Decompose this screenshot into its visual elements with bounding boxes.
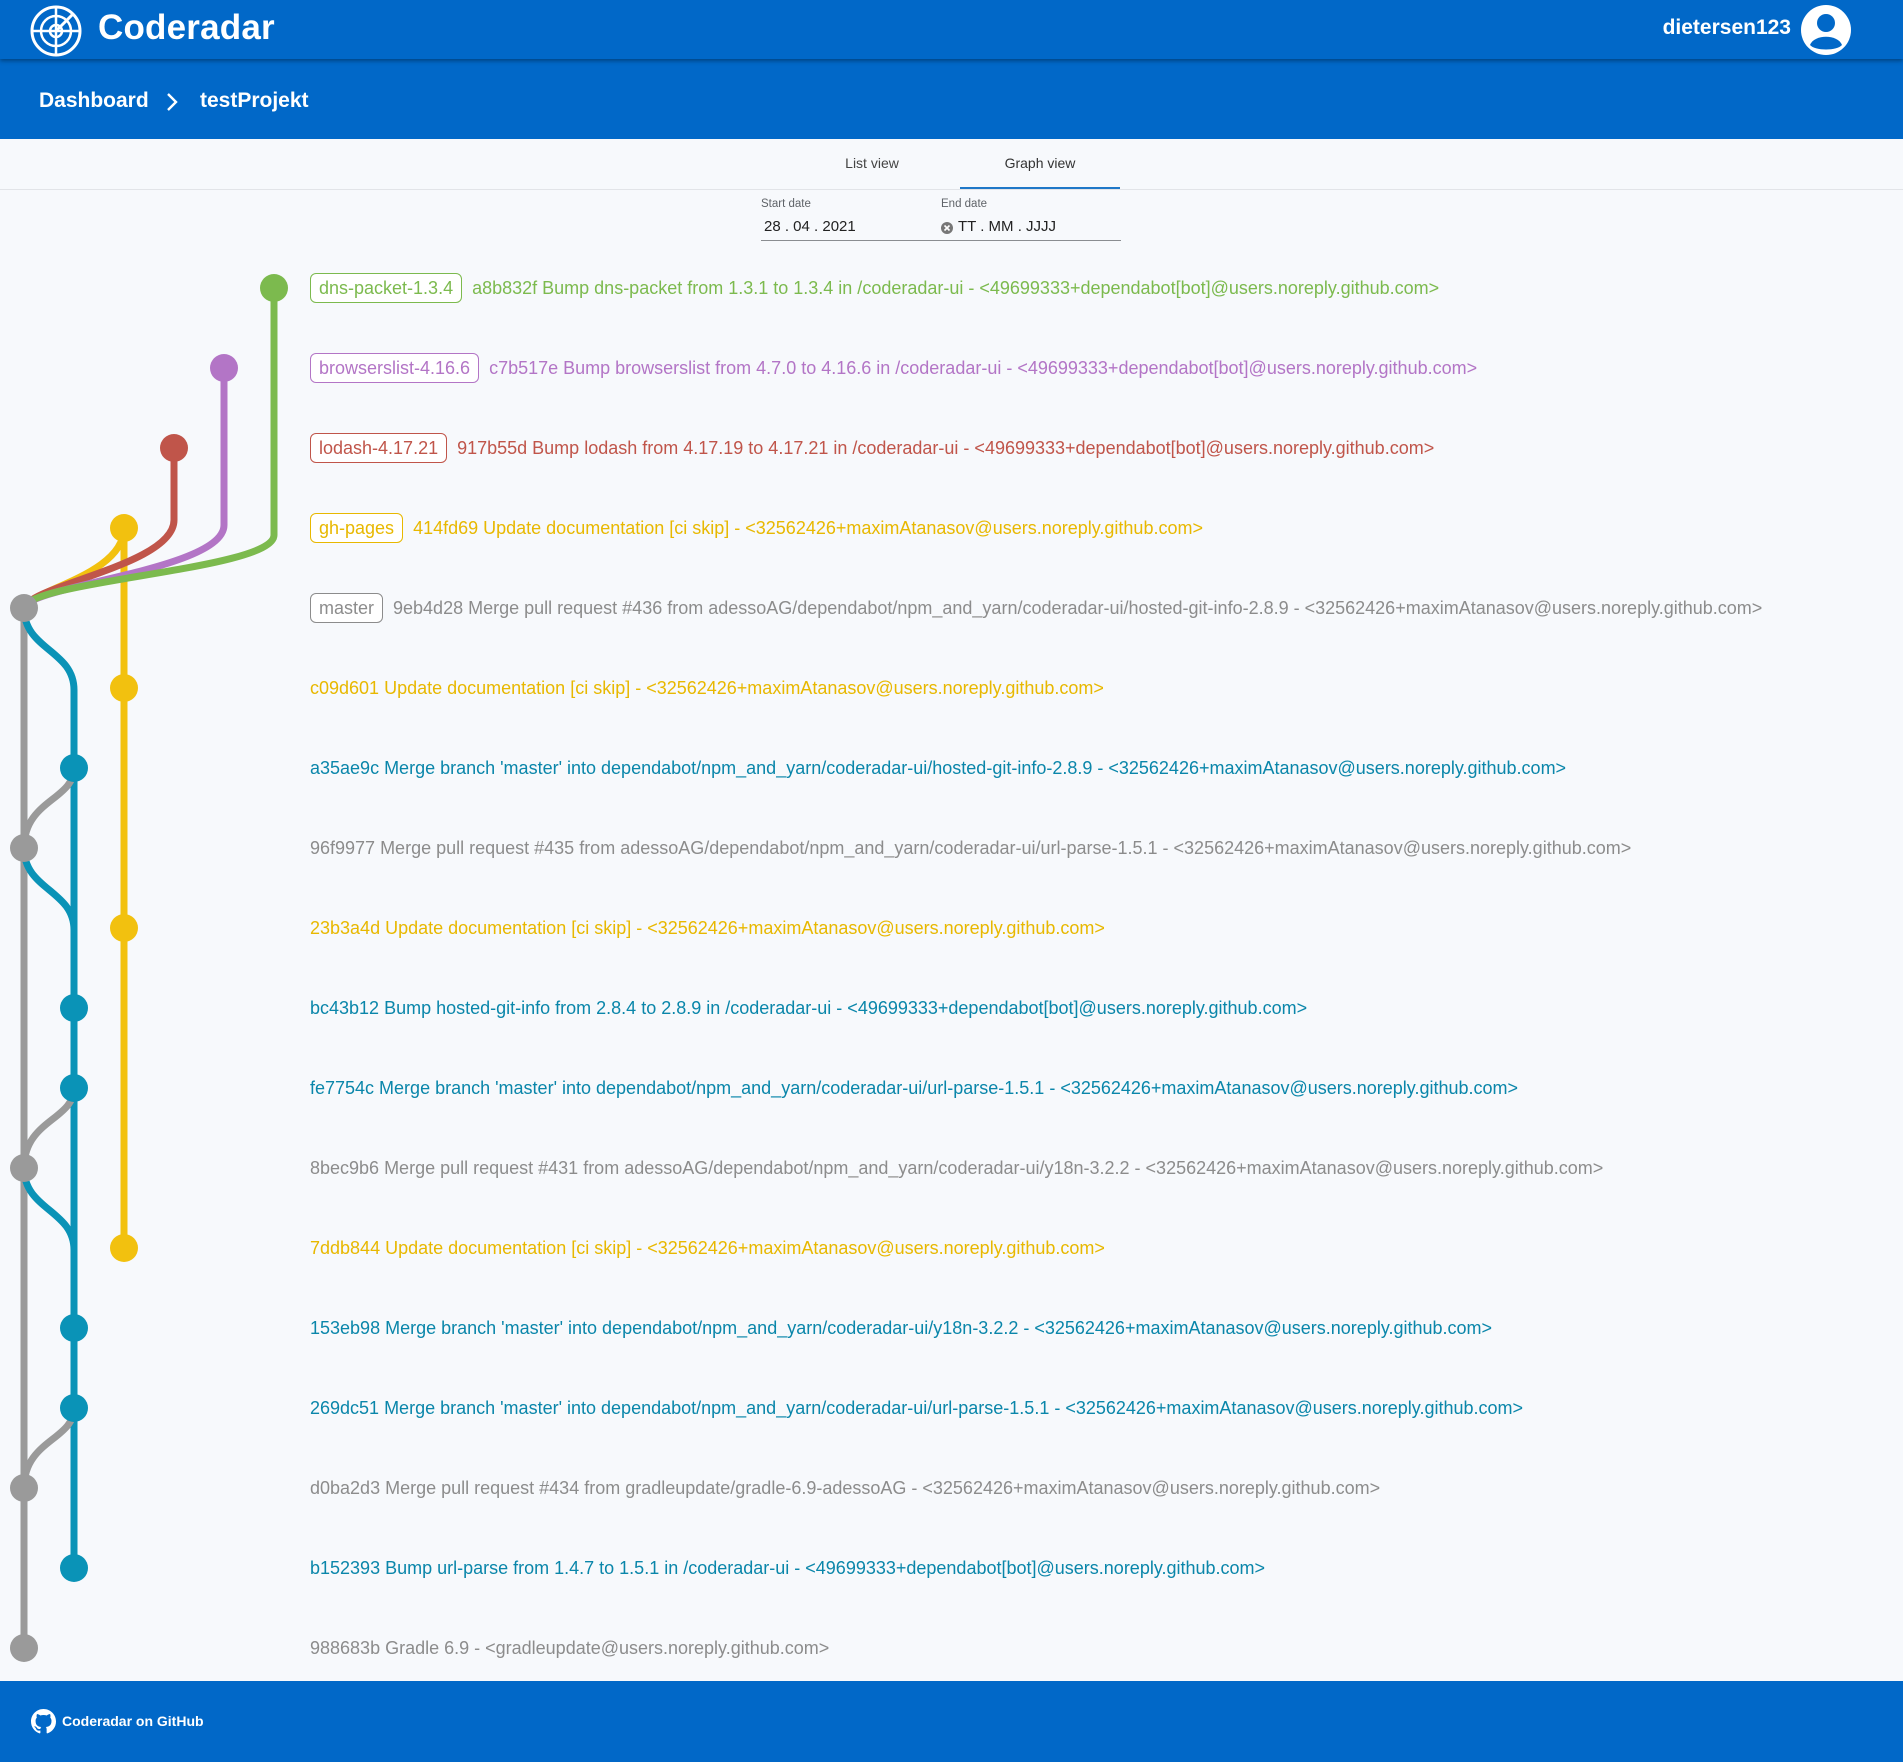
commit-message: c7b517e Bump browserslist from 4.7.0 to … xyxy=(489,357,1478,378)
commit-message: 96f9977 Merge pull request #435 from ade… xyxy=(310,837,1632,858)
end-date-value: TT . MM . JJJJ xyxy=(958,218,1057,235)
commit-message: c09d601 Update documentation [ci skip] -… xyxy=(310,677,1104,698)
commit-dot-yellow-1 xyxy=(110,514,138,542)
commit-message: 9eb4d28 Merge pull request #436 from ade… xyxy=(393,597,1763,618)
end-date-input[interactable]: TT . MM . JJJJ xyxy=(941,214,1121,241)
commit-message: 269dc51 Merge branch 'master' into depen… xyxy=(310,1397,1524,1418)
clear-icon[interactable] xyxy=(941,222,953,234)
commit-message: 23b3a4d Update documentation [ci skip] -… xyxy=(310,917,1105,938)
app-title[interactable]: Coderadar xyxy=(98,7,275,49)
commit-row[interactable]: 8bec9b6 Merge pull request #431 from ade… xyxy=(310,1151,1603,1185)
start-date-field[interactable]: Start date 28 . 04 . 2021 xyxy=(761,197,941,243)
radar-logo-icon[interactable] xyxy=(30,5,82,57)
fork-line-teal-2 xyxy=(20,1164,78,1254)
commit-row[interactable]: 269dc51 Merge branch 'master' into depen… xyxy=(310,1391,1523,1425)
commit-dot-gray-3 xyxy=(10,1154,38,1182)
commit-message: bc43b12 Bump hosted-git-info from 2.8.4 … xyxy=(310,997,1308,1018)
branch-tag[interactable]: browserslist-4.16.6 xyxy=(310,353,480,383)
commit-row[interactable]: 23b3a4d Update documentation [ci skip] -… xyxy=(310,911,1105,945)
footer: Coderadar on GitHub xyxy=(0,1681,1903,1762)
commit-dot-teal-1 xyxy=(60,754,88,782)
branch-tag[interactable]: master xyxy=(310,593,384,623)
branch-tag[interactable]: gh-pages xyxy=(310,513,404,543)
breadcrumb: Dashboard testProjekt xyxy=(0,59,1903,139)
branch-line-green xyxy=(20,284,278,612)
start-date-value: 28 . 04 . 2021 xyxy=(764,218,856,235)
commit-dot-gray-5 xyxy=(10,1634,38,1662)
merge-line-teal-2 xyxy=(20,1084,78,1172)
start-date-input[interactable]: 28 . 04 . 2021 xyxy=(761,214,941,241)
commit-dot-teal-4 xyxy=(60,1314,88,1342)
commit-dot-purple xyxy=(210,354,238,382)
commit-message: 153eb98 Merge branch 'master' into depen… xyxy=(310,1317,1493,1338)
commit-message: a8b832f Bump dns-packet from 1.3.1 to 1.… xyxy=(472,277,1440,298)
branch-tag[interactable]: lodash-4.17.21 xyxy=(310,433,448,463)
commit-graph xyxy=(10,274,288,1662)
commit-row[interactable]: b152393 Bump url-parse from 1.4.7 to 1.5… xyxy=(310,1551,1265,1585)
commit-dot-teal-2 xyxy=(60,994,88,1022)
account-circle-icon[interactable] xyxy=(1799,3,1853,57)
commit-dot-teal-6 xyxy=(60,1554,88,1582)
commit-dot-gray-1 xyxy=(10,594,38,622)
commit-dot-gray-4 xyxy=(10,1474,38,1502)
start-date-label: Start date xyxy=(761,198,811,210)
commit-dot-teal-5 xyxy=(60,1394,88,1422)
commit-dot-green xyxy=(260,274,288,302)
commit-message: 7ddb844 Update documentation [ci skip] -… xyxy=(310,1237,1105,1258)
commit-dot-red xyxy=(160,434,188,462)
chevron-right-icon xyxy=(167,93,178,111)
end-date-label: End date xyxy=(941,198,988,210)
commit-message: 8bec9b6 Merge pull request #431 from ade… xyxy=(310,1157,1604,1178)
github-link[interactable]: Coderadar on GitHub xyxy=(62,1711,204,1731)
commit-row[interactable]: master 9eb4d28 Merge pull request #436 f… xyxy=(310,591,1762,625)
commit-row[interactable]: 96f9977 Merge pull request #435 from ade… xyxy=(310,831,1631,865)
app-header: Coderadar dietersen123 xyxy=(0,0,1903,59)
tab-list-view[interactable]: List view xyxy=(792,139,952,187)
commit-row[interactable]: d0ba2d3 Merge pull request #434 from gra… xyxy=(310,1471,1380,1505)
commit-row[interactable]: 7ddb844 Update documentation [ci skip] -… xyxy=(310,1231,1105,1265)
commit-message: a35ae9c Merge branch 'master' into depen… xyxy=(310,757,1567,778)
tab-graph-view[interactable]: Graph view xyxy=(960,139,1120,189)
commit-message: 917b55d Bump lodash from 4.17.19 to 4.17… xyxy=(457,437,1435,458)
branch-line-purple xyxy=(20,364,228,612)
merge-line-teal-1 xyxy=(20,764,78,852)
end-date-field[interactable]: End date TT . MM . JJJJ xyxy=(941,197,1121,243)
commit-row[interactable]: fe7754c Merge branch 'master' into depen… xyxy=(310,1071,1518,1105)
commit-message: b152393 Bump url-parse from 1.4.7 to 1.5… xyxy=(310,1557,1266,1578)
commit-dot-yellow-2 xyxy=(110,674,138,702)
commit-row[interactable]: c09d601 Update documentation [ci skip] -… xyxy=(310,671,1104,705)
commit-message: 414fd69 Update documentation [ci skip] -… xyxy=(413,517,1203,538)
commit-message: fe7754c Merge branch 'master' into depen… xyxy=(310,1077,1519,1098)
merge-line-teal-3 xyxy=(20,1404,78,1492)
commit-dot-gray-2 xyxy=(10,834,38,862)
username[interactable]: dietersen123 xyxy=(1663,15,1791,41)
commit-row[interactable]: 153eb98 Merge branch 'master' into depen… xyxy=(310,1311,1492,1345)
breadcrumb-project: testProjekt xyxy=(200,89,309,112)
commit-row[interactable]: bc43b12 Bump hosted-git-info from 2.8.4 … xyxy=(310,991,1307,1025)
commit-dot-yellow-3 xyxy=(110,914,138,942)
commit-message: 988683b Gradle 6.9 - <gradleupdate@users… xyxy=(310,1637,830,1658)
commit-row[interactable]: gh-pages 414fd69 Update documentation [c… xyxy=(310,511,1203,545)
breadcrumb-dashboard-link[interactable]: Dashboard xyxy=(39,89,149,113)
branch-tag[interactable]: dns-packet-1.3.4 xyxy=(310,273,463,303)
commit-row[interactable]: lodash-4.17.21 917b55d Bump lodash from … xyxy=(310,431,1434,465)
commit-dot-teal-3 xyxy=(60,1074,88,1102)
github-icon[interactable] xyxy=(31,1709,56,1734)
commit-message: d0ba2d3 Merge pull request #434 from gra… xyxy=(310,1477,1381,1498)
view-tabs: List view Graph view xyxy=(0,139,1903,190)
commit-dot-yellow-4 xyxy=(110,1234,138,1262)
fork-line-teal-1 xyxy=(20,844,78,934)
commit-row[interactable]: 988683b Gradle 6.9 - <gradleupdate@users… xyxy=(310,1631,829,1665)
commit-row[interactable]: a35ae9c Merge branch 'master' into depen… xyxy=(310,751,1566,785)
commit-row[interactable]: dns-packet-1.3.4 a8b832f Bump dns-packet… xyxy=(310,271,1439,305)
commit-row[interactable]: browserslist-4.16.6 c7b517e Bump browser… xyxy=(310,351,1477,385)
